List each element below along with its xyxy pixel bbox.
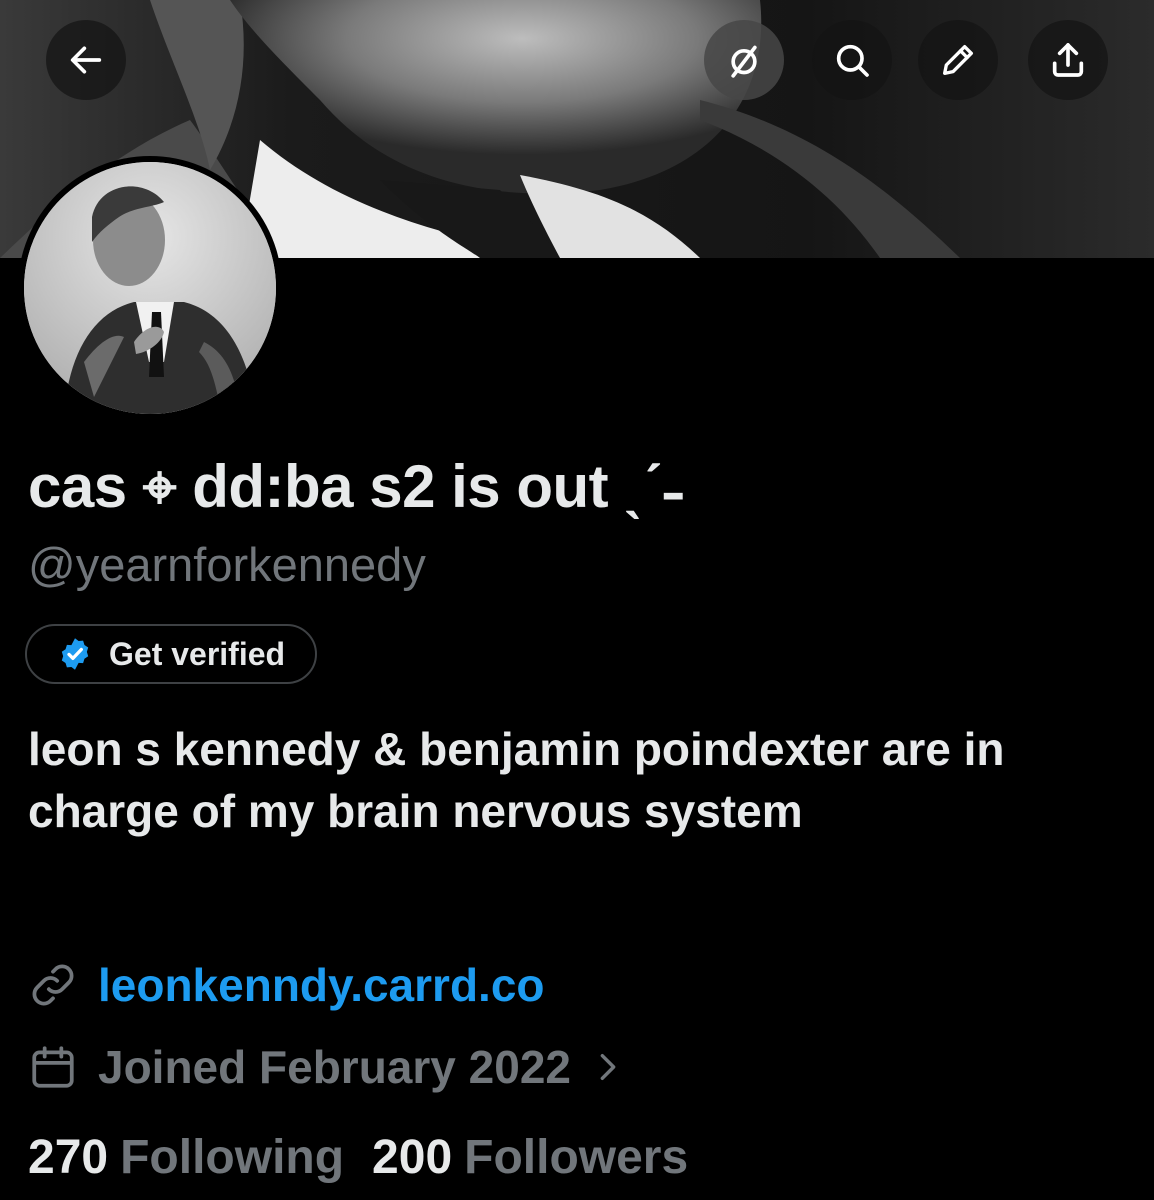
- following-label[interactable]: Following: [120, 1130, 344, 1185]
- get-verified-label: Get verified: [109, 635, 286, 672]
- following-count[interactable]: 270: [28, 1130, 108, 1185]
- verified-badge-icon: [61, 638, 89, 670]
- avatar[interactable]: [18, 156, 282, 420]
- edit-button[interactable]: [918, 20, 998, 100]
- followers-count[interactable]: 200: [372, 1130, 452, 1185]
- search-icon: [836, 44, 869, 77]
- profile-link[interactable]: leonkenndy.carrd.co: [98, 958, 545, 1012]
- get-verified-button[interactable]: Get verified: [25, 624, 318, 684]
- link-icon: [32, 964, 74, 1006]
- profile-link-row: leonkenndy.carrd.co: [28, 958, 545, 1012]
- profile-bio: leon s kennedy & benjamin poindexter are…: [28, 723, 1005, 837]
- user-handle: @yearnforkennedy: [28, 538, 426, 591]
- follow-stats: 270 Following 200 Followers: [28, 1130, 716, 1185]
- search-button[interactable]: [812, 20, 892, 100]
- mute-icon: [731, 45, 757, 78]
- joined-date: Joined February 2022: [98, 1041, 571, 1093]
- profile-page: cas ⌖ dd:ba s2 is out ˎˊ˗ @yearnforkenne…: [0, 0, 1154, 1200]
- mute-button[interactable]: [704, 20, 784, 100]
- back-button[interactable]: [46, 20, 126, 100]
- share-button[interactable]: [1028, 20, 1108, 100]
- chevron-right-icon: [600, 1053, 616, 1081]
- display-name: cas ⌖ dd:ba s2 is out ˎˊ˗: [28, 453, 683, 520]
- back-arrow-icon: [70, 46, 102, 74]
- edit-pencil-icon: [943, 45, 973, 76]
- avatar-image: [24, 162, 276, 414]
- share-icon: [1052, 43, 1084, 77]
- joined-row[interactable]: Joined February 2022: [28, 1040, 625, 1094]
- calendar-icon: [32, 1046, 74, 1088]
- followers-label[interactable]: Followers: [464, 1130, 688, 1185]
